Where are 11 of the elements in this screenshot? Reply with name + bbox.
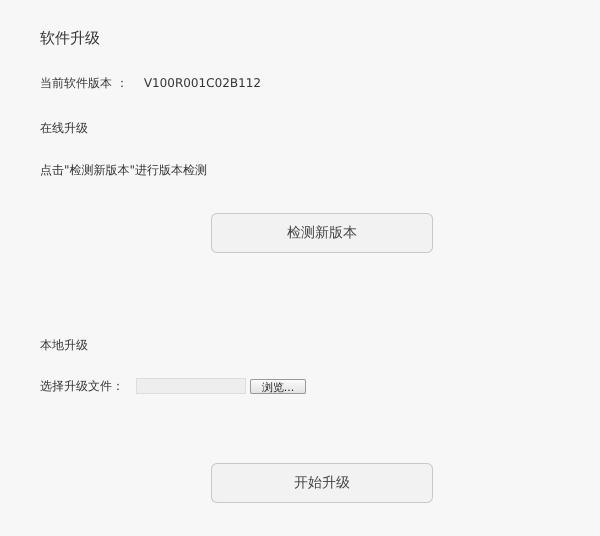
browse-button[interactable]: 浏览...	[250, 378, 306, 394]
hint-text: 点击"检测新版本"进行版本检测	[40, 162, 208, 178]
file-label: 选择升级文件：	[40, 378, 124, 394]
start-upgrade-button[interactable]: 开始升级	[211, 463, 433, 503]
section-heading: 在线升级	[40, 120, 89, 136]
version-value: V100R001C02B112	[144, 76, 261, 90]
check-version-button[interactable]: 检测新版本	[211, 213, 433, 253]
page-title: 软件升级	[40, 28, 101, 49]
file-input-field[interactable]	[136, 378, 246, 394]
version-label: 当前软件版本 ：	[40, 74, 128, 92]
section-heading: 本地升级	[40, 336, 89, 354]
